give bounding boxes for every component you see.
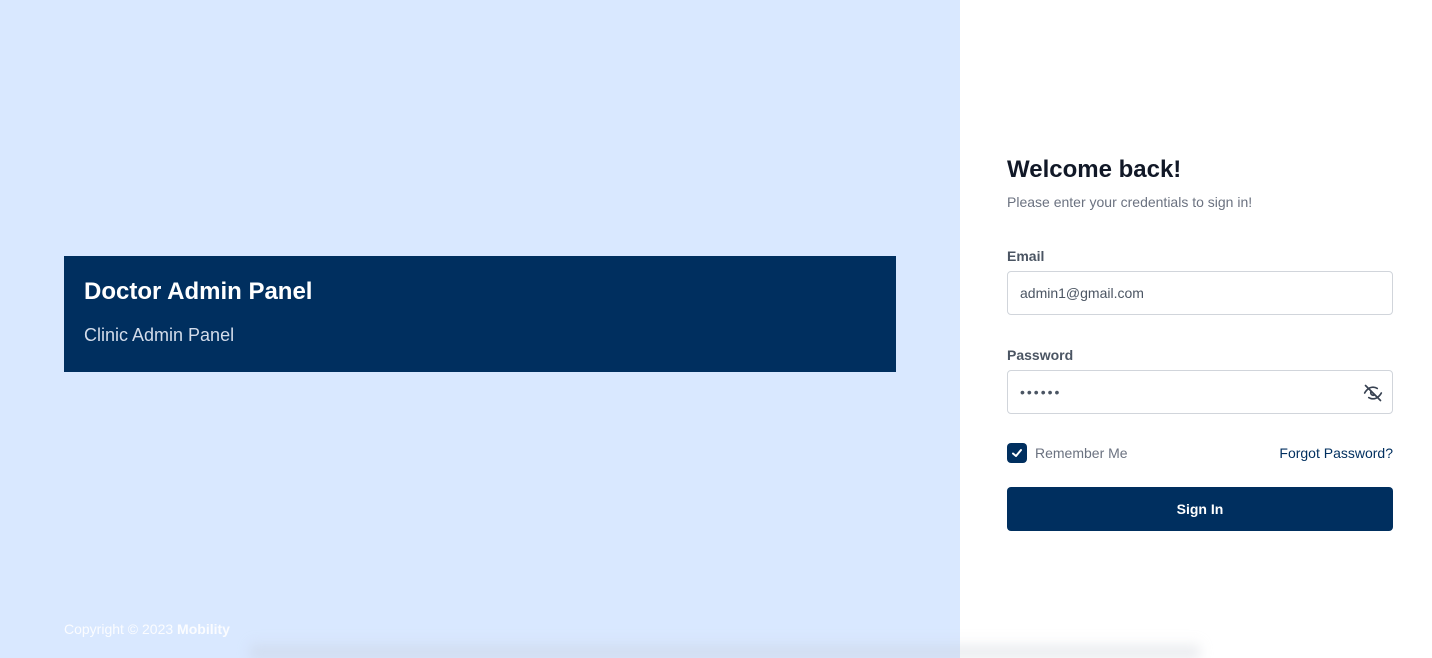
check-icon	[1012, 449, 1022, 457]
remember-me: Remember Me	[1007, 443, 1128, 463]
brand-subtitle: Clinic Admin Panel	[84, 325, 235, 345]
welcome-subtitle: Please enter your credentials to sign in…	[1007, 194, 1253, 210]
password-label: Password	[1007, 347, 1074, 363]
sign-in-button[interactable]: Sign In	[1007, 487, 1393, 531]
email-field-wrapper	[1007, 271, 1393, 315]
login-panel: Welcome back! Please enter your credenti…	[960, 0, 1432, 658]
forgot-password-link[interactable]: Forgot Password?	[1279, 445, 1393, 461]
remember-me-label: Remember Me	[1035, 445, 1128, 461]
brand-card: Doctor Admin Panel Clinic Admin Panel	[64, 256, 896, 372]
welcome-title: Welcome back!	[1007, 156, 1182, 183]
copyright-brand-name: Mobility	[177, 621, 230, 637]
login-page: Doctor Admin Panel Clinic Admin Panel Co…	[0, 0, 1432, 658]
password-field[interactable]	[1008, 371, 1392, 413]
copyright-text: Copyright © 2023	[64, 621, 174, 637]
brand-title: Doctor Admin Panel	[84, 278, 313, 305]
login-form: Welcome back! Please enter your credenti…	[1007, 155, 1393, 531]
password-field-wrapper	[1007, 370, 1393, 414]
email-label: Email	[1007, 248, 1045, 264]
remember-me-checkbox[interactable]	[1007, 443, 1027, 463]
copyright-notice: Copyright © 2023 Mobility	[64, 621, 230, 637]
branding-panel: Doctor Admin Panel Clinic Admin Panel Co…	[0, 0, 960, 658]
eye-off-icon[interactable]	[1363, 383, 1383, 403]
email-field[interactable]	[1008, 272, 1392, 314]
options-row: Remember Me Forgot Password?	[1007, 442, 1393, 464]
